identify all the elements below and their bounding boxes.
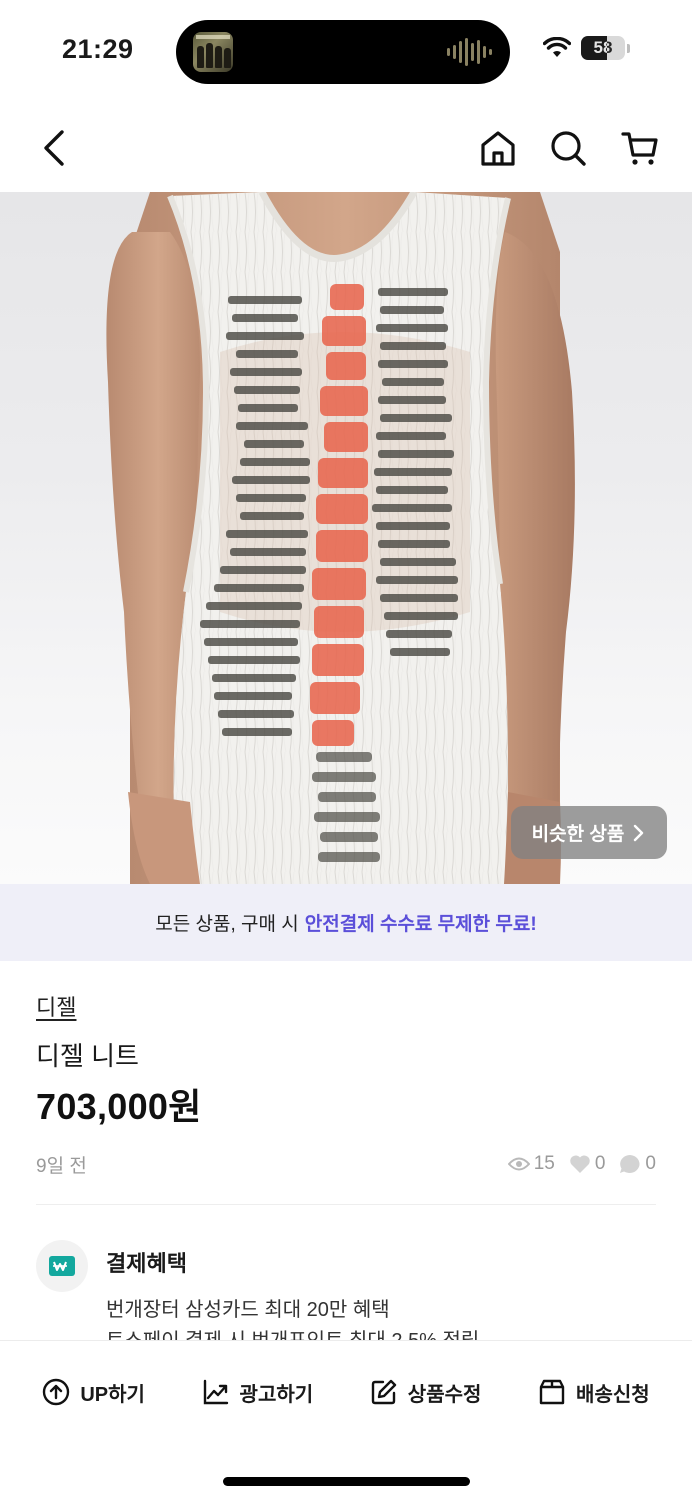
eye-icon bbox=[507, 1157, 530, 1171]
home-button[interactable] bbox=[478, 128, 518, 168]
similar-products-button[interactable]: 비슷한 상품 bbox=[511, 806, 667, 859]
views-count: 15 bbox=[533, 1153, 555, 1174]
cart-button[interactable] bbox=[620, 128, 660, 168]
back-arrow-icon bbox=[44, 130, 64, 166]
advertise-button[interactable]: 광고하기 bbox=[202, 1378, 314, 1407]
posted-time: 9일 전 bbox=[36, 1155, 87, 1177]
promo-banner[interactable]: 모든 상품, 구매 시 안전결제 수수료 무제한 무료! bbox=[0, 884, 692, 961]
shipping-request-button[interactable]: 배송신청 bbox=[538, 1378, 650, 1407]
product-meta: 9일 전 15 0 0 bbox=[36, 1150, 656, 1178]
status-time: 21:29 bbox=[62, 34, 134, 64]
chats-stat: 0 bbox=[619, 1153, 656, 1175]
product-price: 703,000원 bbox=[36, 1086, 202, 1127]
edit-product-label: 상품수정 bbox=[407, 1383, 482, 1406]
battery-level: 58 bbox=[593, 38, 613, 57]
audio-waveform-icon bbox=[447, 38, 492, 66]
benefit-line[interactable]: 번개장터 삼성카드 최대 20만 혜택 bbox=[106, 1293, 390, 1322]
up-button[interactable]: UP하기 bbox=[42, 1378, 145, 1407]
edit-pencil-icon bbox=[371, 1379, 396, 1405]
cart-icon bbox=[621, 132, 658, 165]
album-art-icon bbox=[193, 32, 233, 72]
views-stat: 15 bbox=[507, 1153, 555, 1175]
divider bbox=[36, 1204, 656, 1205]
chats-count: 0 bbox=[645, 1153, 656, 1174]
chevron-right-icon bbox=[634, 824, 644, 841]
box-icon bbox=[539, 1379, 565, 1405]
wifi-icon bbox=[543, 37, 571, 57]
likes-stat: 0 bbox=[569, 1153, 606, 1175]
product-photo bbox=[106, 192, 575, 884]
dynamic-island[interactable] bbox=[176, 20, 510, 84]
action-list: UP하기 광고하기 상품수정 배송신청 bbox=[0, 1367, 692, 1417]
similar-products-label: 비슷한 상품 bbox=[531, 824, 625, 845]
chat-bubble-icon bbox=[620, 1155, 640, 1173]
edit-product-button[interactable]: 상품수정 bbox=[370, 1378, 482, 1407]
bottom-action-bar: UP하기 광고하기 상품수정 배송신청 bbox=[0, 1340, 692, 1500]
status-bar: 21:29 58 bbox=[0, 0, 692, 100]
top-nav bbox=[0, 110, 692, 186]
advertise-label: 광고하기 bbox=[239, 1383, 314, 1406]
shipping-request-label: 배송신청 bbox=[576, 1383, 650, 1406]
product-image[interactable] bbox=[0, 192, 692, 884]
status-icons: 58 bbox=[543, 36, 630, 60]
product-title: 디젤 니트 bbox=[36, 1041, 139, 1071]
trending-chart-icon bbox=[203, 1379, 228, 1405]
search-button[interactable] bbox=[548, 128, 588, 168]
benefit-title: 결제혜택 bbox=[106, 1251, 187, 1276]
payment-benefit-icon bbox=[36, 1240, 88, 1292]
home-indicator[interactable] bbox=[223, 1477, 470, 1486]
heart-icon bbox=[570, 1155, 590, 1173]
battery-icon: 58 bbox=[581, 36, 625, 60]
product-stats: 15 0 0 bbox=[500, 1153, 656, 1175]
likes-count: 0 bbox=[594, 1153, 606, 1174]
battery-cap bbox=[627, 43, 630, 53]
search-icon bbox=[551, 131, 586, 166]
back-button[interactable] bbox=[36, 126, 76, 170]
up-arrow-circle-icon bbox=[43, 1378, 70, 1406]
home-icon bbox=[481, 131, 515, 166]
up-label: UP하기 bbox=[80, 1383, 145, 1406]
won-card-icon bbox=[49, 1256, 75, 1276]
brand-link[interactable]: 디젤 bbox=[36, 990, 76, 1022]
promo-text: 모든 상품, 구매 시 bbox=[155, 914, 299, 935]
promo-highlight: 안전결제 수수료 무제한 무료! bbox=[304, 914, 537, 935]
